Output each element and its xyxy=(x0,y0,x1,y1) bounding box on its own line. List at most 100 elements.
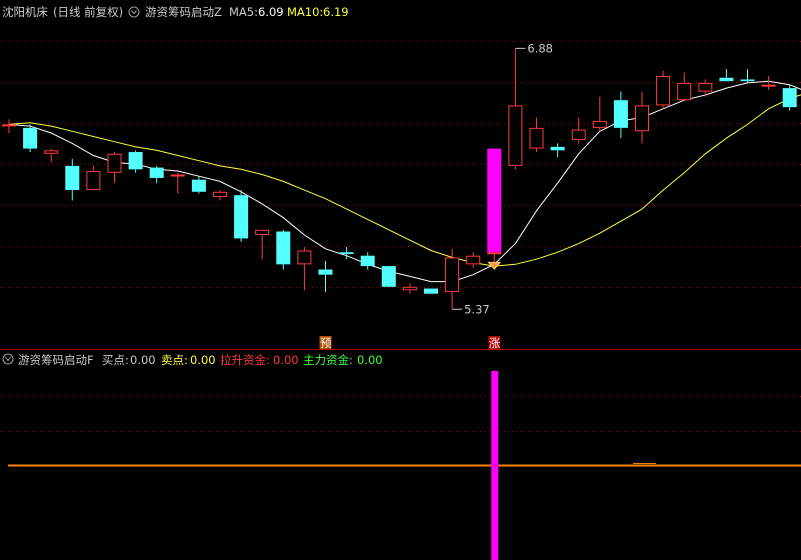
max-price-label: 6.88 xyxy=(527,41,553,55)
candle-up xyxy=(466,252,481,268)
candle-body xyxy=(149,167,164,178)
ma10-line xyxy=(8,94,801,267)
candle-up xyxy=(297,247,312,291)
period-label: (日线 前复权) xyxy=(53,5,123,19)
candle-down xyxy=(740,69,755,83)
candle-up xyxy=(170,172,185,194)
ma5-line xyxy=(8,80,801,283)
main-funds-label: 主力资金: xyxy=(303,353,353,367)
candle-down xyxy=(360,252,375,270)
candle-up xyxy=(44,148,59,163)
candle-body xyxy=(276,231,291,265)
candle-body xyxy=(402,286,417,291)
candle-body xyxy=(740,79,755,82)
candle-up xyxy=(213,190,227,201)
candle-body xyxy=(677,82,692,101)
candle-down xyxy=(719,69,734,82)
candle-body xyxy=(571,129,586,140)
bottom-header: 游资筹码启动F 买点: 0.00 卖点: 0.00 拉升资金: 0.00 主力资… xyxy=(2,353,383,367)
candle-down xyxy=(128,150,143,173)
candle-body xyxy=(592,120,607,128)
signal-spike-bar xyxy=(491,371,499,560)
candle-body xyxy=(318,269,333,275)
ma5-value: 6.09 xyxy=(258,5,284,19)
candle-down xyxy=(65,158,80,201)
candle-body xyxy=(529,127,544,149)
ma10-label: MA10: xyxy=(287,5,323,19)
top-header: 沈阳机床 (日线 前复权) 游资筹码启动Z MA5: 6.09 MA10: 6.… xyxy=(2,5,349,19)
candle-body xyxy=(170,174,185,177)
buy-label: 买点: xyxy=(102,353,129,367)
chart-canvas: 沈阳机床 (日线 前复权) 游资筹码启动Z MA5: 6.09 MA10: 6.… xyxy=(0,5,801,560)
sell-label: 卖点: xyxy=(161,353,188,367)
candle-body xyxy=(234,195,249,239)
candle-body xyxy=(635,105,649,132)
candle-body xyxy=(698,82,713,92)
candlesticks xyxy=(2,48,797,310)
signal-marks xyxy=(452,47,526,310)
candle-body xyxy=(508,105,523,166)
candle-down xyxy=(276,229,291,270)
candle-down xyxy=(782,84,797,111)
candle-body xyxy=(466,255,481,265)
ma10-value: 6.19 xyxy=(323,5,349,19)
candle-up xyxy=(677,72,692,101)
candle-body xyxy=(656,76,671,106)
pull-funds-label: 拉升资金: xyxy=(220,353,270,367)
candle-up xyxy=(656,70,671,109)
candle-body xyxy=(761,84,776,87)
candle-body xyxy=(44,150,59,154)
candle-body xyxy=(487,252,502,255)
candle-body xyxy=(2,124,16,127)
candle-down xyxy=(191,176,206,194)
rise-marker: 涨 xyxy=(489,336,501,350)
sub-indicator-name: 游资筹码启动F xyxy=(18,353,94,367)
candle-up xyxy=(635,91,649,144)
sell-value: 0.00 xyxy=(190,353,216,367)
candle-body xyxy=(107,153,122,173)
main-funds-value: 0.00 xyxy=(357,353,383,367)
candle-body xyxy=(381,266,396,287)
lower-panel xyxy=(8,371,801,560)
candle-body xyxy=(613,100,628,128)
candle-body xyxy=(550,146,565,151)
signal-bar xyxy=(487,148,502,253)
pre-marker: 预 xyxy=(320,336,332,350)
candle-body xyxy=(86,171,101,191)
candle-body xyxy=(23,127,38,149)
buy-value: 0.00 xyxy=(130,353,156,367)
candle-up xyxy=(529,117,544,153)
candle-down xyxy=(613,91,628,139)
candle-body xyxy=(719,77,734,82)
candle-up xyxy=(2,119,16,134)
indicator-name: 游资筹码启动Z xyxy=(145,5,222,19)
candle-up xyxy=(571,117,586,144)
candle-down xyxy=(381,266,396,287)
candle-up xyxy=(445,248,460,310)
candle-body xyxy=(297,250,312,265)
candle-body xyxy=(424,288,438,294)
moving-averages xyxy=(8,80,801,283)
candle-up xyxy=(592,96,607,132)
candle-body xyxy=(128,152,143,170)
candle-body xyxy=(339,252,354,254)
candle-up xyxy=(107,152,122,184)
collapse-icon[interactable] xyxy=(128,6,140,18)
candle-up xyxy=(86,165,101,191)
candle-body xyxy=(213,191,227,197)
candle-up xyxy=(255,229,270,260)
candle-down xyxy=(424,288,438,294)
min-price-label: 5.37 xyxy=(464,302,490,316)
pull-funds-value: 0.00 xyxy=(273,353,299,367)
candle-up xyxy=(402,283,417,294)
collapse-icon[interactable] xyxy=(2,353,14,365)
candle-body xyxy=(255,229,270,235)
candle-body xyxy=(445,257,460,292)
stock-name: 沈阳机床 xyxy=(2,5,48,19)
candle-down xyxy=(550,143,565,158)
candle-body xyxy=(191,179,206,192)
ma5-label: MA5: xyxy=(229,5,258,19)
candle-up xyxy=(508,48,523,170)
candle-down xyxy=(23,124,38,153)
candle-down xyxy=(149,165,164,184)
